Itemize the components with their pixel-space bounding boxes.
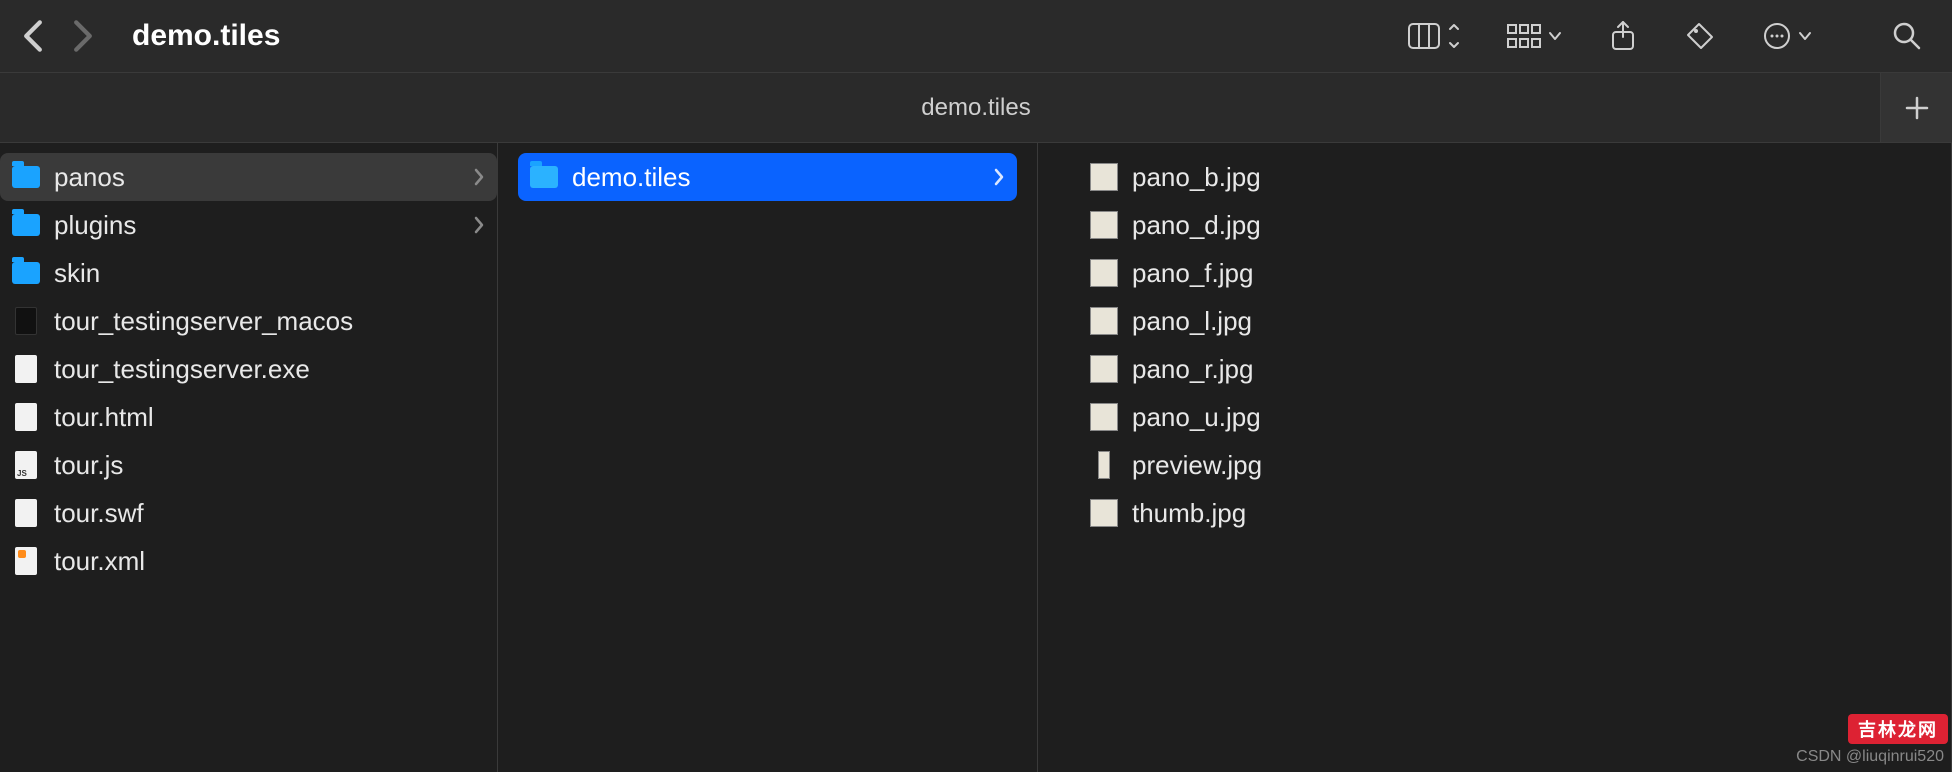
list-item[interactable]: tour.js [0,441,497,489]
image-icon [1090,403,1118,431]
item-label: tour.swf [54,498,144,529]
chevron-right-icon [473,162,485,193]
list-item[interactable]: demo.tiles [518,153,1017,201]
tag-button[interactable] [1684,20,1716,52]
list-item[interactable]: pano_b.jpg [1078,153,1951,201]
list-item[interactable]: pano_f.jpg [1078,249,1951,297]
item-label: pano_d.jpg [1132,210,1261,241]
list-item[interactable]: pano_r.jpg [1078,345,1951,393]
more-button[interactable] [1762,21,1816,51]
list-item[interactable]: pano_u.jpg [1078,393,1951,441]
image-icon [1090,163,1118,191]
list-item[interactable]: tour.swf [0,489,497,537]
folder-icon [12,211,40,239]
item-label: tour.xml [54,546,145,577]
back-button[interactable] [22,19,44,53]
item-label: pano_b.jpg [1132,162,1261,193]
item-label: demo.tiles [572,162,691,193]
item-label: pano_r.jpg [1132,354,1253,385]
list-item[interactable]: pano_d.jpg [1078,201,1951,249]
folder-icon [12,163,40,191]
item-label: tour_testingserver.exe [54,354,310,385]
nav-buttons [22,19,94,53]
column-2: demo.tiles [498,143,1038,772]
image-icon [1090,211,1118,239]
image-icon [1090,451,1118,479]
xml-file-icon [12,547,40,575]
column-view: panos plugins skin tour_testingserver_macos… [0,142,1952,772]
list-item[interactable]: tour_testingserver_macos [0,297,497,345]
new-tab-button[interactable] [1880,73,1952,142]
path-crumb[interactable]: demo.tiles [921,94,1030,122]
file-icon [12,355,40,383]
list-item[interactable]: thumb.jpg [1078,489,1951,537]
group-button[interactable] [1506,21,1562,51]
list-item[interactable]: panos [0,153,497,201]
file-icon [12,403,40,431]
view-columns-button[interactable] [1408,21,1460,51]
watermark-red: 吉林龙网 [1848,714,1948,744]
item-label: plugins [54,210,136,241]
file-icon [12,499,40,527]
item-label: tour.js [54,450,123,481]
item-label: skin [54,258,100,289]
list-item[interactable]: plugins [0,201,497,249]
item-label: panos [54,162,125,193]
column-1: panos plugins skin tour_testingserver_macos… [0,143,498,772]
item-label: pano_u.jpg [1132,402,1261,433]
image-icon [1090,259,1118,287]
titlebar: demo.tiles [0,0,1952,72]
image-icon [1090,307,1118,335]
image-icon [1090,499,1118,527]
folder-icon [530,163,558,191]
exec-icon [12,307,40,335]
forward-button[interactable] [72,19,94,53]
toolbar [1408,19,1922,53]
image-icon [1090,355,1118,383]
path-bar: demo.tiles [0,72,1952,142]
item-label: pano_f.jpg [1132,258,1253,289]
list-item[interactable]: tour.html [0,393,497,441]
chevron-right-icon [993,162,1005,193]
share-button[interactable] [1608,19,1638,53]
search-button[interactable] [1892,21,1922,51]
folder-icon [12,259,40,287]
column-3: pano_b.jpg pano_d.jpg pano_f.jpg pano_l.jpg… [1038,143,1952,772]
js-file-icon [12,451,40,479]
item-label: thumb.jpg [1132,498,1246,529]
finder-window: demo.tiles [0,0,1952,772]
watermark-csdn: CSDN @liuqinrui520 [1796,748,1944,766]
list-item[interactable]: skin [0,249,497,297]
list-item[interactable]: tour.xml [0,537,497,585]
window-title: demo.tiles [132,19,280,53]
list-item[interactable]: tour_testingserver.exe [0,345,497,393]
list-item[interactable]: preview.jpg [1078,441,1951,489]
item-label: tour_testingserver_macos [54,306,353,337]
item-label: tour.html [54,402,154,433]
list-item[interactable]: pano_l.jpg [1078,297,1951,345]
chevron-right-icon [473,210,485,241]
item-label: preview.jpg [1132,450,1262,481]
item-label: pano_l.jpg [1132,306,1252,337]
